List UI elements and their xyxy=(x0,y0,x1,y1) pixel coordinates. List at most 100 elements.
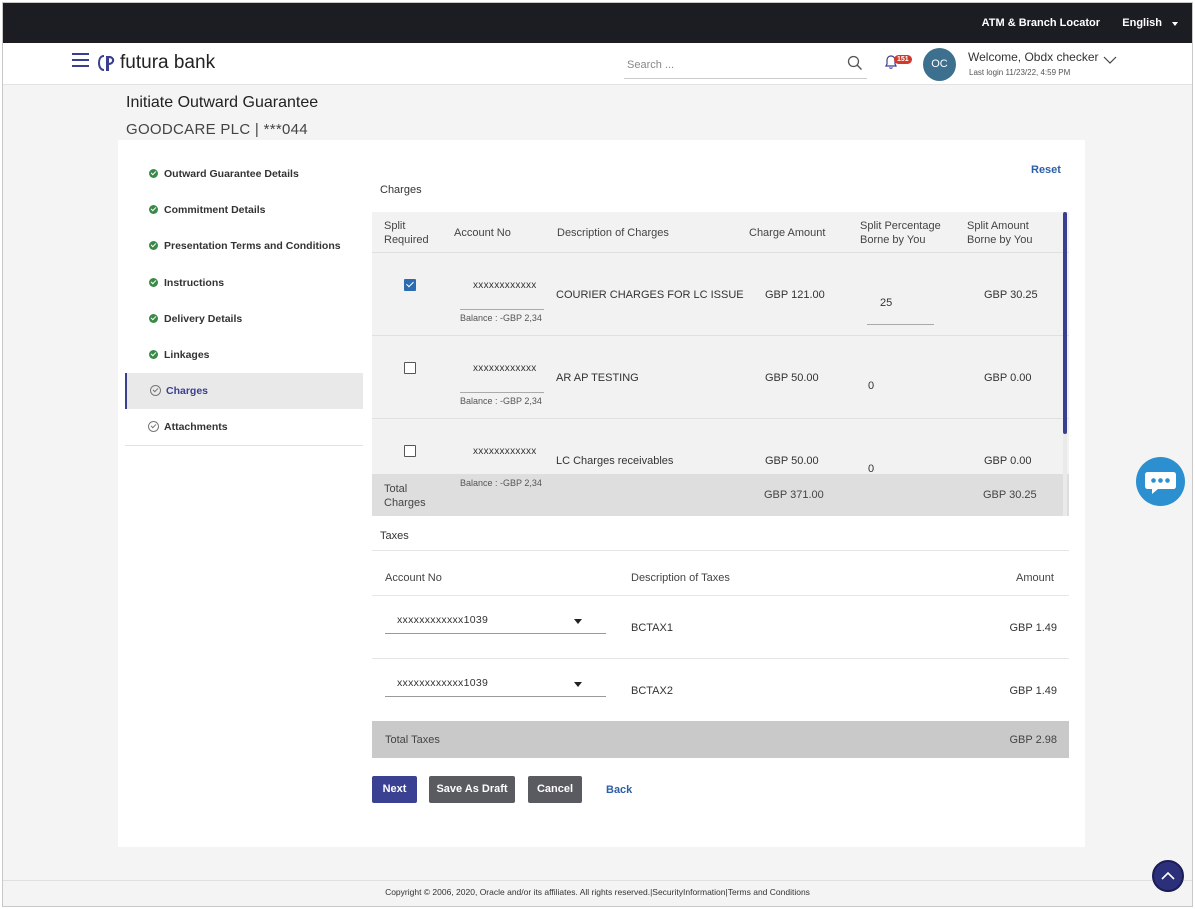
app-frame: ATM & Branch Locator English futura bank… xyxy=(2,2,1193,907)
search-icon[interactable] xyxy=(847,55,863,71)
step-linkages[interactable]: Linkages xyxy=(125,337,363,373)
tax-account-select[interactable]: xxxxxxxxxxxx1039 xyxy=(385,675,606,697)
back-link[interactable]: Back xyxy=(606,784,632,796)
charge-description: AR AP TESTING xyxy=(556,372,639,384)
split-amount: GBP 30.25 xyxy=(984,289,1038,301)
chatbot-button[interactable] xyxy=(1136,457,1185,506)
taxes-total-row: Total Taxes GBP 2.98 xyxy=(372,721,1069,758)
charges-section-title: Charges xyxy=(380,184,422,196)
charge-amount: GBP 50.00 xyxy=(765,455,819,467)
tax-amount: GBP 1.49 xyxy=(1009,685,1058,697)
step-outward-guarantee-details[interactable]: Outward Guarantee Details xyxy=(125,156,363,192)
language-selector[interactable]: English xyxy=(1122,17,1162,29)
party-subtitle: GOODCARE PLC | ***044 xyxy=(126,121,308,138)
step-instructions[interactable]: Instructions xyxy=(125,265,363,301)
check-circle-icon xyxy=(149,313,158,323)
header-split-required: Split Required xyxy=(384,220,429,246)
tax-account-value: xxxxxxxxxxxx1039 xyxy=(397,677,489,689)
step-label: Delivery Details xyxy=(164,312,243,325)
language-caret-icon[interactable] xyxy=(1172,22,1178,26)
check-circle-icon xyxy=(149,349,158,359)
step-label: Outward Guarantee Details xyxy=(164,168,299,181)
charge-description: COURIER CHARGES FOR LC ISSUE xyxy=(556,289,744,301)
main-card: Outward Guarantee Details Commitment Det… xyxy=(118,140,1085,847)
caret-down-icon[interactable] xyxy=(574,619,582,624)
step-attachments[interactable]: Attachments xyxy=(125,409,363,445)
tax-account-value: xxxxxxxxxxxx1039 xyxy=(397,614,489,626)
tax-description: BCTAX2 xyxy=(631,685,673,697)
check-circle-icon xyxy=(149,277,158,287)
step-presentation-terms[interactable]: Presentation Terms and Conditions xyxy=(125,228,363,264)
search-field[interactable] xyxy=(624,53,867,79)
total-taxes-label: Total Taxes xyxy=(385,734,440,746)
search-input[interactable] xyxy=(627,55,837,75)
split-amount: GBP 0.00 xyxy=(984,455,1032,467)
account-underline xyxy=(460,392,544,393)
charge-account[interactable]: xxxxxxxxxxxx xyxy=(473,363,537,374)
charges-table-header: Split Required Account No Description of… xyxy=(372,212,1069,252)
tax-account-select[interactable]: xxxxxxxxxxxx1039 xyxy=(385,612,606,634)
cancel-button[interactable]: Cancel xyxy=(528,776,582,803)
step-label: Attachments xyxy=(164,421,228,434)
step-commitment-details[interactable]: Commitment Details xyxy=(125,192,363,228)
header-account-no: Account No xyxy=(454,227,511,239)
charges-table: Split Required Account No Description of… xyxy=(372,212,1069,516)
atm-branch-locator-link[interactable]: ATM & Branch Locator xyxy=(982,17,1100,29)
top-bar: ATM & Branch Locator English xyxy=(3,3,1192,43)
scroll-to-top-button[interactable] xyxy=(1152,860,1184,892)
split-required-checkbox[interactable] xyxy=(404,445,416,457)
bank-logo-icon xyxy=(98,55,115,71)
table-row: xxxxxxxxxxxx Balance : -GBP 2,34 AR AP T… xyxy=(372,335,1069,418)
charge-description: LC Charges receivables xyxy=(556,455,674,467)
menu-icon[interactable] xyxy=(72,53,89,67)
divider xyxy=(3,880,1192,881)
split-amount: GBP 0.00 xyxy=(984,372,1032,384)
reset-link[interactable]: Reset xyxy=(1031,164,1061,176)
last-login-text: Last login 11/23/22, 4:59 PM xyxy=(969,68,1071,77)
check-circle-icon xyxy=(149,169,158,178)
caret-down-icon[interactable] xyxy=(574,682,582,687)
avatar[interactable]: OC xyxy=(923,48,956,81)
chevron-down-icon[interactable] xyxy=(1103,55,1117,65)
header: futura bank 151 OC Welcome, Obdx checker… xyxy=(3,43,1192,85)
total-charges-label: Total Charges xyxy=(384,483,426,509)
notification-count-badge[interactable]: 151 xyxy=(894,55,912,64)
tax-row: xxxxxxxxxxxx1039 BCTAX2 GBP 1.49 xyxy=(372,658,1069,721)
check-circle-icon xyxy=(149,205,158,215)
next-button[interactable]: Next xyxy=(372,776,417,803)
step-label: Charges xyxy=(166,385,209,398)
charge-amount: GBP 50.00 xyxy=(765,372,819,384)
tax-header-description: Description of Taxes xyxy=(631,572,730,584)
header-charge-amount: Charge Amount xyxy=(749,227,826,239)
percentage-underline xyxy=(867,324,934,325)
account-underline xyxy=(460,309,544,310)
step-label: Presentation Terms and Conditions xyxy=(164,240,341,253)
charge-account[interactable]: xxxxxxxxxxxx xyxy=(473,446,537,457)
bank-name: futura bank xyxy=(120,52,216,73)
charges-scrollbar-thumb[interactable] xyxy=(1063,212,1067,434)
step-delivery-details[interactable]: Delivery Details xyxy=(125,301,363,337)
footer-copyright: Copyright © 2006, 2020, Oracle and/or it… xyxy=(385,887,810,897)
total-split-amount: GBP 30.25 xyxy=(983,489,1037,501)
welcome-text[interactable]: Welcome, Obdx checker xyxy=(968,50,1099,64)
split-percentage-value: 0 xyxy=(868,380,875,392)
header-description: Description of Charges xyxy=(557,227,669,239)
step-label: Commitment Details xyxy=(164,204,266,217)
save-as-draft-button[interactable]: Save As Draft xyxy=(429,776,515,803)
step-label: Instructions xyxy=(164,276,225,289)
step-charges[interactable]: Charges xyxy=(125,373,363,410)
table-row: xxxxxxxxxxxx Balance : -GBP 2,34 COURIER… xyxy=(372,252,1069,335)
total-charges-amount: GBP 371.00 xyxy=(764,489,824,501)
split-percentage-input[interactable]: 25 xyxy=(880,297,892,309)
split-required-checkbox[interactable] xyxy=(404,279,416,291)
taxes-section-title: Taxes xyxy=(380,530,409,542)
chat-icon xyxy=(1145,472,1176,494)
charge-account[interactable]: xxxxxxxxxxxx xyxy=(473,280,537,291)
charge-amount: GBP 121.00 xyxy=(765,289,825,301)
balance-text: Balance : -GBP 2,34 xyxy=(460,396,542,406)
split-required-checkbox[interactable] xyxy=(404,362,416,374)
tax-header-account-no: Account No xyxy=(385,572,442,584)
chevron-up-icon xyxy=(1161,871,1175,880)
check-outline-icon xyxy=(150,385,161,397)
step-label: Linkages xyxy=(164,349,210,362)
